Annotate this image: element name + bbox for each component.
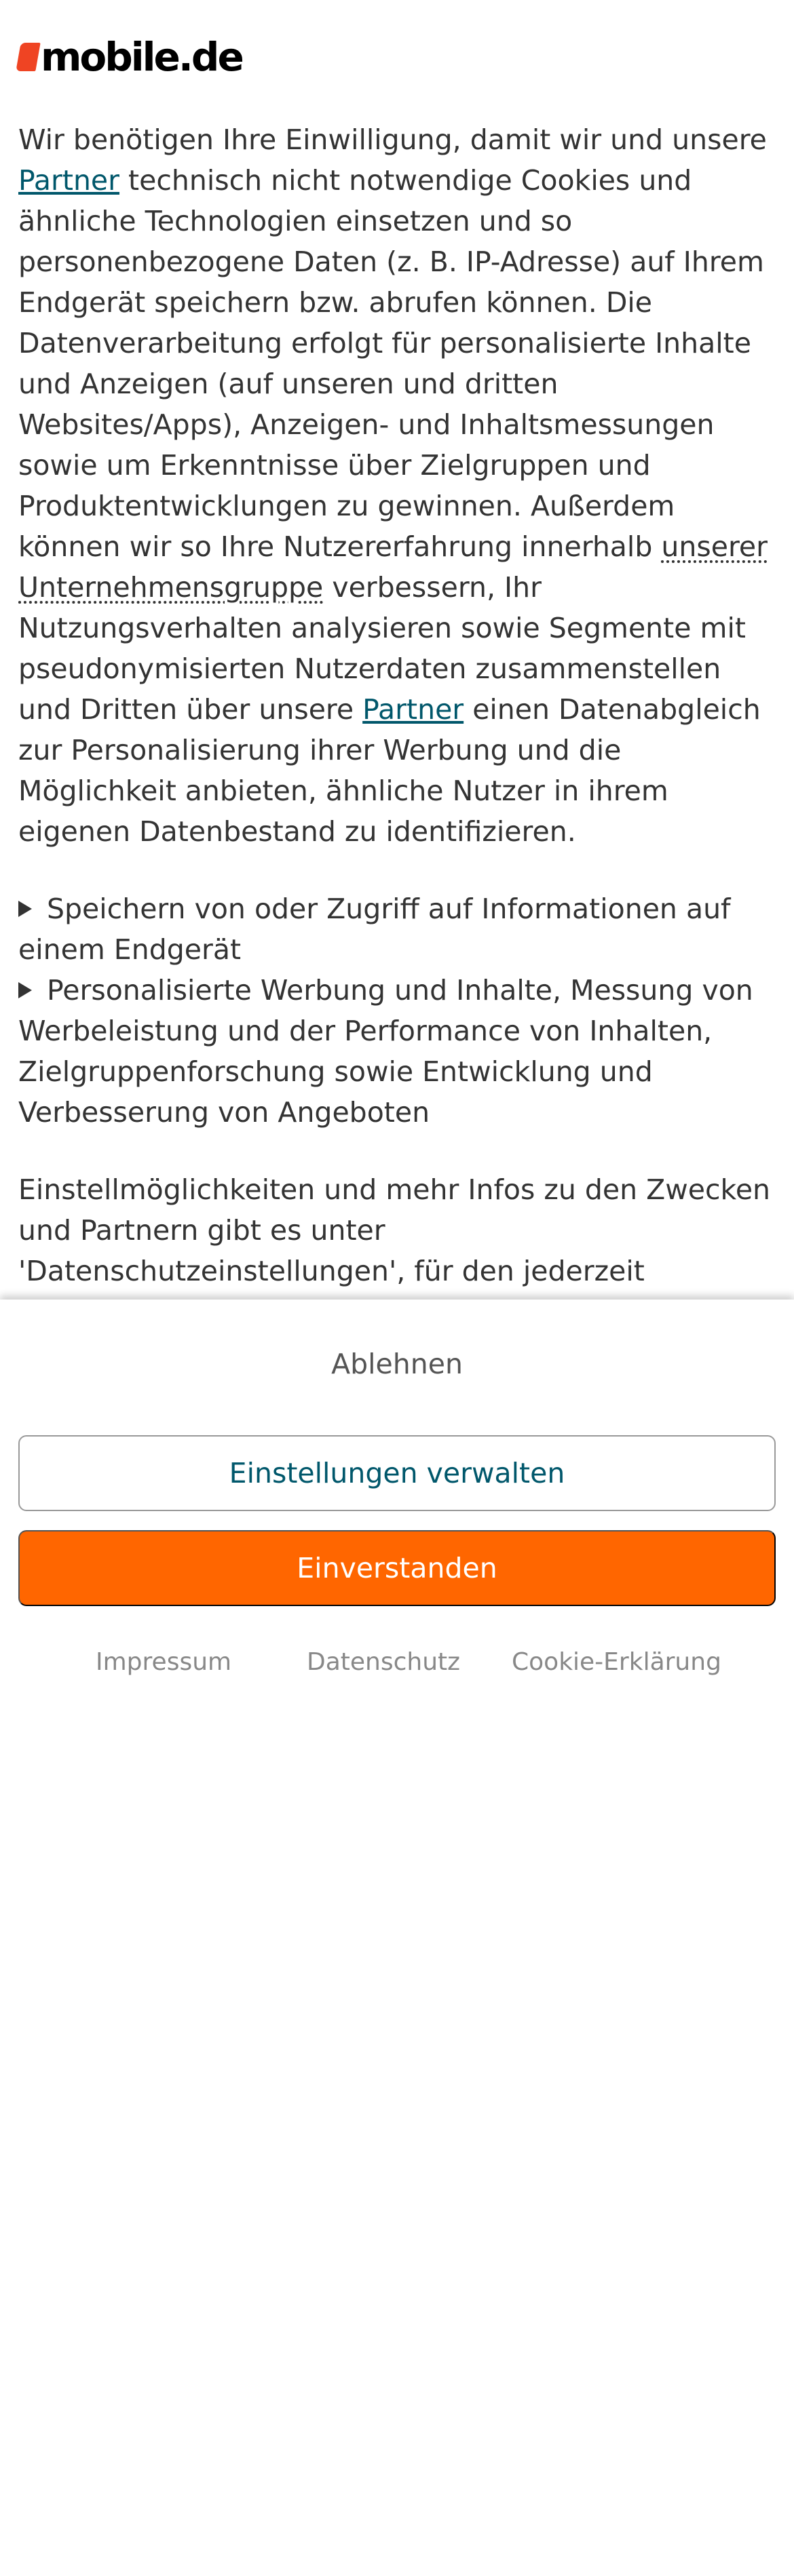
- cookie-declaration-link[interactable]: Cookie-Erklärung: [512, 1642, 721, 1683]
- consent-page: mobile.de Wir benötigen Ihre Einwilligun…: [0, 0, 794, 2576]
- reject-button[interactable]: Ablehnen: [18, 1340, 776, 1388]
- disclosure-triangle-icon: [18, 901, 32, 917]
- mobile-de-logo: mobile.de: [16, 34, 244, 80]
- logo-mark-icon: [16, 43, 41, 71]
- purpose-ads-toggle[interactable]: Personalisierte Werbung und Inhalte, Mes…: [18, 970, 778, 1133]
- consent-intro: Wir benötigen Ihre Einwilligung, damit w…: [18, 123, 768, 848]
- disclosure-triangle-icon: [18, 982, 32, 998]
- partner-link[interactable]: Partner: [18, 164, 119, 197]
- consent-text[interactable]: Wir benötigen Ihre Einwilligung, damit w…: [18, 119, 778, 1300]
- consent-actions-panel: Ablehnen Einstellungen verwalten Einvers…: [0, 1300, 794, 2576]
- partner-link-2[interactable]: Partner: [362, 693, 464, 726]
- logo-text: mobile.de: [41, 34, 244, 80]
- manage-settings-button[interactable]: Einstellungen verwalten: [18, 1435, 776, 1511]
- footer-links: Impressum Datenschutz Cookie-Erklärung: [0, 1642, 794, 1683]
- purpose-storage-toggle[interactable]: Speichern von oder Zugriff auf Informati…: [18, 889, 778, 970]
- datenschutz-link[interactable]: Datenschutz: [307, 1642, 460, 1683]
- impressum-link[interactable]: Impressum: [96, 1642, 231, 1683]
- consent-outro: Einstellmöglichkeiten und mehr Infos zu …: [18, 1173, 771, 1300]
- accept-button[interactable]: Einverstanden: [18, 1530, 776, 1606]
